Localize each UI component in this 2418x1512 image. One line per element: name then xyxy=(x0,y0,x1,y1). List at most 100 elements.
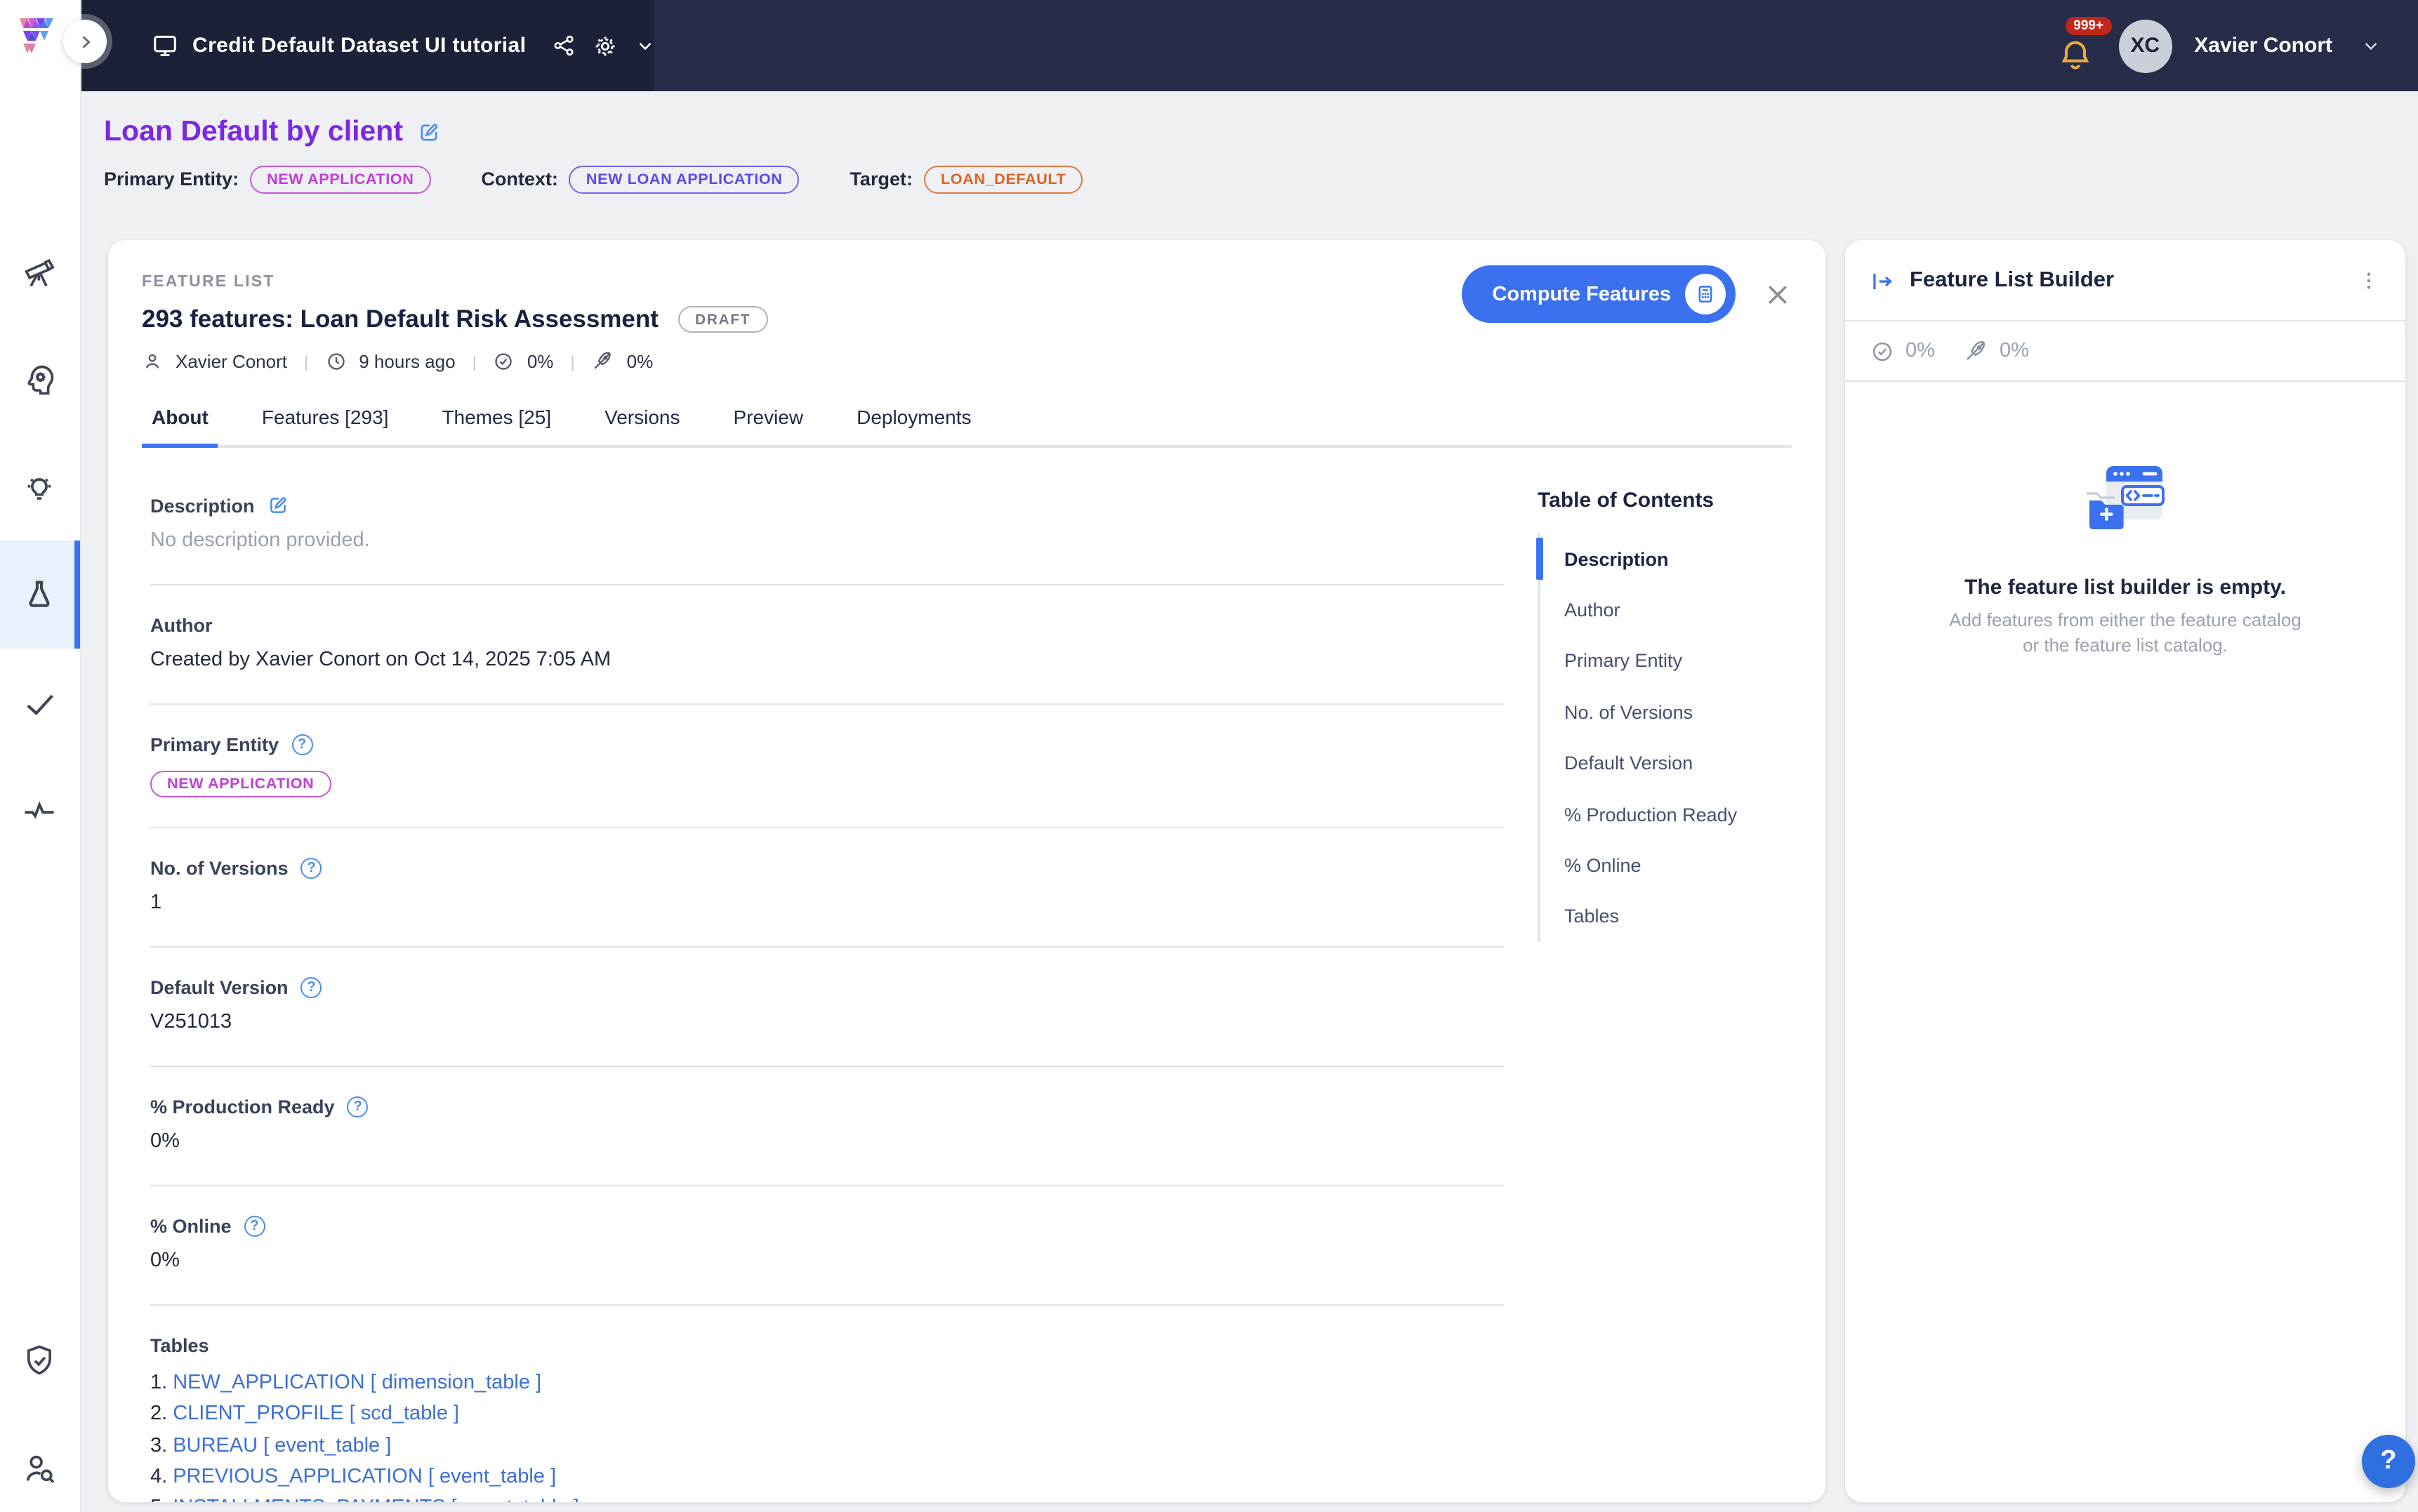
notification-badge: 999+ xyxy=(2065,16,2112,35)
builder-stats: 0% 0% xyxy=(1845,321,2405,382)
tables-label: Tables xyxy=(150,1335,209,1356)
context-badge[interactable]: NEW LOAN APPLICATION xyxy=(569,166,800,194)
sidebar-item-experiments[interactable] xyxy=(0,541,79,649)
meta-author: Xavier Conort xyxy=(176,350,287,371)
table-link[interactable]: NEW_APPLICATION [ dimension_table ] xyxy=(173,1372,541,1394)
check-icon xyxy=(22,685,58,722)
sidebar-item-modeling[interactable] xyxy=(0,341,79,420)
toc-item-default-version[interactable]: Default Version xyxy=(1540,738,1797,789)
help-circle-icon[interactable]: ? xyxy=(244,1216,265,1237)
toc-item-tables[interactable]: Tables xyxy=(1540,891,1797,942)
share-icon[interactable] xyxy=(551,34,575,58)
versions-value: 1 xyxy=(150,891,1504,914)
author-label: Author xyxy=(150,615,213,636)
tab-themes[interactable]: Themes [25] xyxy=(432,406,561,445)
toc-item-versions[interactable]: No. of Versions xyxy=(1540,687,1797,738)
builder-title: Feature List Builder xyxy=(1910,268,2342,293)
help-circle-icon[interactable]: ? xyxy=(301,858,322,879)
toc-item-description[interactable]: Description xyxy=(1540,533,1797,585)
meta-production-ready: 0% xyxy=(527,350,554,371)
tab-versions[interactable]: Versions xyxy=(595,406,689,445)
sidebar xyxy=(0,0,81,1512)
target-badge[interactable]: LOAN_DEFAULT xyxy=(924,166,1083,194)
table-link[interactable]: INSTALLMENTS_PAYMENTS [ event_table ] xyxy=(173,1497,579,1502)
help-circle-icon[interactable]: ? xyxy=(348,1096,369,1118)
featurebyte-logo xyxy=(11,15,65,72)
person-icon xyxy=(142,350,163,371)
builder-production-ready: 0% xyxy=(1905,340,1935,362)
gear-icon[interactable] xyxy=(592,33,617,58)
feature-list-meta: Xavier Conort 9 hours ago 0% 0% xyxy=(142,350,1825,372)
collapse-panel-icon[interactable] xyxy=(1870,269,1894,293)
help-circle-icon[interactable]: ? xyxy=(301,977,322,998)
online-label: % Online xyxy=(150,1216,232,1237)
tab-features[interactable]: Features [293] xyxy=(252,406,399,445)
builder-online: 0% xyxy=(2000,340,2029,362)
table-link[interactable]: PREVIOUS_APPLICATION [ event_table ] xyxy=(173,1466,556,1488)
toc-item-author[interactable]: Author xyxy=(1540,585,1797,636)
check-circle-icon xyxy=(1870,339,1894,363)
section-primary-entity: Primary Entity ? NEW APPLICATION xyxy=(150,705,1504,828)
project-name: Credit Default Dataset UI tutorial xyxy=(192,34,526,58)
kebab-menu-icon[interactable] xyxy=(2358,270,2380,292)
tab-about[interactable]: About xyxy=(142,406,218,445)
sidebar-item-ideas[interactable] xyxy=(0,449,79,528)
topbar: Credit Default Dataset UI tutorial 999+ … xyxy=(81,0,2418,91)
sidebar-item-approvals[interactable] xyxy=(0,664,79,743)
activity-icon xyxy=(22,792,58,828)
edit-description-icon[interactable] xyxy=(267,494,290,517)
table-link[interactable]: CLIENT_PROFILE [ scd_table ] xyxy=(173,1403,459,1426)
rocket-off-icon xyxy=(1963,338,1988,364)
help-button[interactable]: ? xyxy=(2362,1435,2415,1488)
description-value: No description provided. xyxy=(150,529,1504,552)
table-link[interactable]: BUREAU [ event_table ] xyxy=(173,1434,391,1457)
edit-title-icon[interactable] xyxy=(417,120,441,144)
tab-deployments[interactable]: Deployments xyxy=(847,406,981,445)
table-number: 4. xyxy=(150,1466,167,1488)
check-circle-icon xyxy=(494,350,515,371)
shield-check-icon xyxy=(22,1342,58,1379)
tab-preview[interactable]: Preview xyxy=(724,406,814,445)
close-icon[interactable] xyxy=(1764,280,1792,308)
user-menu-chevron-icon[interactable] xyxy=(2360,35,2381,56)
primary-entity-section-label: Primary Entity xyxy=(150,734,279,755)
sidebar-item-user-search[interactable] xyxy=(0,1429,79,1508)
page-header: Loan Default by client Primary Entity: N… xyxy=(104,115,1083,194)
table-row: 2.CLIENT_PROFILE [ scd_table ] xyxy=(150,1399,1504,1431)
production-ready-label: % Production Ready xyxy=(150,1096,335,1118)
chevron-right-icon xyxy=(75,32,95,51)
toc-item-production-ready[interactable]: % Production Ready xyxy=(1540,789,1797,840)
user-name: Xavier Conort xyxy=(2194,34,2332,58)
bell-icon xyxy=(2056,36,2093,72)
table-number: 1. xyxy=(150,1372,167,1394)
meta-online: 0% xyxy=(627,350,654,371)
section-online: % Online ? 0% xyxy=(150,1186,1504,1306)
toc-item-online[interactable]: % Online xyxy=(1540,840,1797,891)
primary-entity-badge[interactable]: NEW APPLICATION xyxy=(250,166,430,194)
toc-title: Table of Contents xyxy=(1538,489,1797,512)
compute-features-button[interactable]: Compute Features xyxy=(1461,265,1736,323)
sidebar-item-explore[interactable] xyxy=(0,234,79,313)
table-row: 4. PREVIOUS_APPLICATION [ event_table ] xyxy=(150,1461,1504,1493)
monitor-icon xyxy=(152,32,178,59)
avatar[interactable]: XC xyxy=(2118,19,2172,72)
table-of-contents: Table of Contents Description Author Pri… xyxy=(1538,448,1797,1502)
help-circle-icon[interactable]: ? xyxy=(291,734,312,755)
target-label: Target: xyxy=(850,169,913,190)
rocket-off-icon xyxy=(592,350,614,372)
project-selector[interactable]: Credit Default Dataset UI tutorial xyxy=(81,0,654,91)
notifications-button[interactable]: 999+ xyxy=(2056,19,2099,72)
builder-empty-line2: or the feature list catalog. xyxy=(2023,635,2228,656)
sidebar-item-governance[interactable] xyxy=(0,1321,79,1400)
toc-item-primary-entity[interactable]: Primary Entity xyxy=(1540,636,1797,687)
chevron-down-icon[interactable] xyxy=(634,35,655,56)
sidebar-item-monitoring[interactable] xyxy=(0,771,79,849)
context-label: Context: xyxy=(481,169,558,190)
app-root: Credit Default Dataset UI tutorial 999+ … xyxy=(0,0,2418,1512)
section-author: Author Created by Xavier Conort on Oct 1… xyxy=(150,585,1504,705)
compute-features-label: Compute Features xyxy=(1492,283,1671,305)
section-description: Description No description provided. xyxy=(150,448,1504,585)
primary-entity-value-badge[interactable]: NEW APPLICATION xyxy=(150,770,331,797)
flask-icon xyxy=(22,576,58,613)
sidebar-expand-button[interactable] xyxy=(63,20,107,63)
